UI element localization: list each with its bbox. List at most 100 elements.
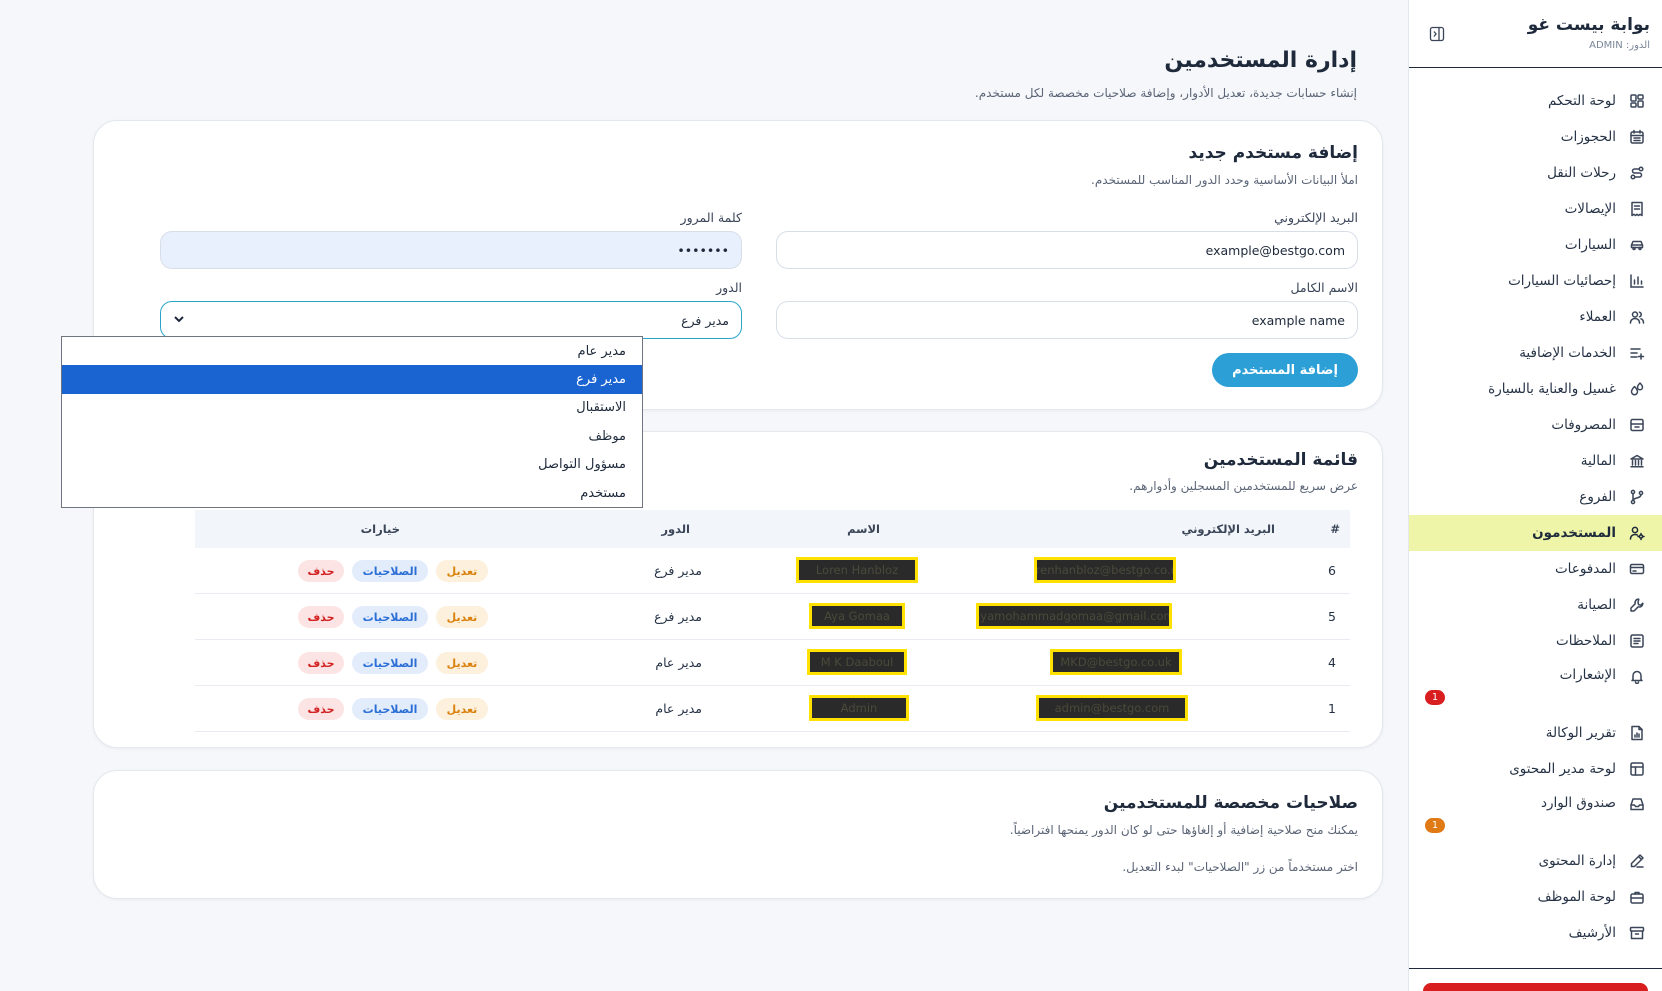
- credit-card-icon: [1628, 560, 1646, 578]
- sidebar-item[interactable]: الملاحظات: [1409, 623, 1662, 659]
- sidebar-item[interactable]: المستخدمون: [1409, 515, 1662, 551]
- sidebar-item-label: السيارات: [1564, 237, 1616, 253]
- role-option[interactable]: موظف: [62, 422, 642, 450]
- bank-icon: [1628, 452, 1646, 470]
- page-title: إدارة المستخدمين: [1164, 48, 1357, 73]
- notification-badge: 1: [1425, 690, 1445, 705]
- table-row: 5 ayamohammadgomaa@gmail.com Aya Gomaa م…: [195, 594, 1350, 640]
- custom-permissions-card: صلاحيات مخصصة للمستخدمين يمكنك منح صلاحي…: [93, 770, 1383, 899]
- role-dropdown-list: مدير عام مدير فرع الاستقبال موظف مسؤول التوا…: [61, 336, 643, 509]
- brand-role: الدور: ADMIN: [1589, 40, 1650, 51]
- role-select[interactable]: مدير فرع: [160, 301, 742, 339]
- sidebar-item-label: لوحة التحكم: [1547, 93, 1616, 109]
- delete-button[interactable]: حذف: [298, 698, 344, 720]
- user-email-redacted: MKD@bestgo.co.uk: [1050, 649, 1182, 675]
- sidebar-item[interactable]: صندوق الوارد 1: [1409, 787, 1662, 843]
- chevron-down-icon: [173, 313, 185, 328]
- user-name-redacted: Loren Hanbloz: [796, 557, 918, 583]
- role-option[interactable]: مدير عام: [62, 337, 642, 365]
- sidebar-item[interactable]: تقرير الوكالة: [1409, 715, 1662, 751]
- full-name-field[interactable]: example name: [776, 301, 1358, 339]
- sidebar-item[interactable]: الإيصالات: [1409, 191, 1662, 227]
- sidebar-item-label: إحصائيات السيارات: [1508, 273, 1616, 289]
- sidebar-item-label: تقرير الوكالة: [1545, 725, 1616, 741]
- sidebar-item[interactable]: المالية: [1409, 443, 1662, 479]
- permissions-button[interactable]: الصلاحيات: [352, 560, 428, 582]
- sidebar-item[interactable]: العملاء: [1409, 299, 1662, 335]
- sidebar-item[interactable]: الفروع: [1409, 479, 1662, 515]
- sidebar-item[interactable]: الخدمات الإضافية: [1409, 335, 1662, 371]
- notification-badge: 1: [1425, 818, 1445, 833]
- sidebar-item-label: لوحة الموظف: [1537, 889, 1616, 905]
- sidebar-toggle-icon[interactable]: [1427, 24, 1447, 44]
- role-option[interactable]: الاستقبال: [62, 394, 642, 422]
- delete-button[interactable]: حذف: [298, 560, 344, 582]
- sidebar-item-label: الإيصالات: [1564, 201, 1616, 217]
- user-email-redacted: lorenhanbloz@bestgo.co.uk: [1034, 557, 1176, 583]
- custom-permissions-subtitle: يمكنك منح صلاحية إضافية أو إلغاؤها حتى ل…: [1009, 823, 1358, 837]
- sidebar-item-label: العملاء: [1579, 309, 1616, 325]
- sidebar-item[interactable]: غسيل والعناية بالسيارة: [1409, 371, 1662, 407]
- role-option[interactable]: مستخدم: [62, 479, 642, 507]
- full-name-label: الاسم الكامل: [1290, 280, 1358, 295]
- sidebar-item-label: المستخدمون: [1532, 525, 1616, 541]
- pen-icon: [1628, 852, 1646, 870]
- col-header-num: #: [1330, 522, 1340, 536]
- sidebar-item-label: غسيل والعناية بالسيارة: [1488, 381, 1616, 397]
- sidebar-item[interactable]: إدارة المحتوى: [1409, 843, 1662, 879]
- page-subtitle: إنشاء حسابات جديدة، تعديل الأدوار، وإضاف…: [974, 86, 1357, 100]
- permissions-button[interactable]: الصلاحيات: [352, 698, 428, 720]
- sidebar-item[interactable]: الصيانة: [1409, 587, 1662, 623]
- permissions-button[interactable]: الصلاحيات: [352, 606, 428, 628]
- sidebar-item-label: المصروفات: [1551, 417, 1616, 433]
- sidebar-item-label: الفروع: [1579, 489, 1616, 505]
- sidebar-item[interactable]: المدفوعات: [1409, 551, 1662, 587]
- user-role: مدير فرع: [654, 563, 702, 578]
- sidebar-item[interactable]: الحجوزات: [1409, 119, 1662, 155]
- custom-permissions-hint: اختر مستخدماً من زر "الصلاحيات" لبدء الت…: [1122, 860, 1358, 874]
- user-role: مدير فرع: [654, 609, 702, 624]
- email-field[interactable]: example@bestgo.com: [776, 231, 1358, 269]
- sidebar-item[interactable]: السيارات: [1409, 227, 1662, 263]
- password-field[interactable]: •••••••: [160, 231, 742, 269]
- permissions-button[interactable]: الصلاحيات: [352, 652, 428, 674]
- archive-icon: [1628, 924, 1646, 942]
- role-option[interactable]: مسؤول التواصل: [62, 451, 642, 479]
- sidebar-item[interactable]: لوحة مدير المحتوى: [1409, 751, 1662, 787]
- sidebar-item-label: الملاحظات: [1556, 633, 1616, 649]
- bell-icon: [1628, 667, 1646, 685]
- sidebar-item[interactable]: الإشعارات 1: [1409, 659, 1662, 715]
- sidebar-item[interactable]: لوحة الموظف: [1409, 879, 1662, 915]
- delete-button[interactable]: حذف: [298, 606, 344, 628]
- car-icon: [1628, 236, 1646, 254]
- sidebar-item[interactable]: المصروفات: [1409, 407, 1662, 443]
- briefcase-icon: [1628, 888, 1646, 906]
- password-label: كلمة المرور: [680, 210, 742, 225]
- edit-button[interactable]: تعديل: [436, 652, 488, 674]
- sidebar-item-label: إدارة المحتوى: [1538, 853, 1616, 869]
- sidebar-item[interactable]: الأرشيف: [1409, 915, 1662, 951]
- brand-header: بوابة بيست غو الدور: ADMIN: [1409, 0, 1662, 68]
- archive-box-icon: [1628, 416, 1646, 434]
- users-list-title: قائمة المستخدمين: [1203, 450, 1358, 470]
- user-role: مدير عام: [655, 655, 702, 670]
- sidebar-item[interactable]: لوحة التحكم: [1409, 83, 1662, 119]
- role-option[interactable]: مدير فرع: [62, 365, 642, 394]
- row-number: 5: [1328, 609, 1336, 624]
- role-label: الدور: [716, 280, 742, 295]
- sidebar: بوابة بيست غو الدور: ADMIN لوحة التحكم ال…: [1408, 0, 1662, 991]
- sidebar-item[interactable]: رحلات النقل: [1409, 155, 1662, 191]
- add-user-button[interactable]: إضافة المستخدم: [1212, 353, 1358, 387]
- user-email-redacted: ayamohammadgomaa@gmail.com: [976, 603, 1172, 629]
- user-name-redacted: M K Daaboul: [807, 649, 907, 675]
- delete-button[interactable]: حذف: [298, 652, 344, 674]
- user-role: مدير عام: [655, 701, 702, 716]
- row-number: 4: [1328, 655, 1336, 670]
- role-select-value: مدير فرع: [681, 312, 729, 328]
- edit-button[interactable]: تعديل: [436, 606, 488, 628]
- edit-button[interactable]: تعديل: [436, 560, 488, 582]
- sidebar-item[interactable]: إحصائيات السيارات: [1409, 263, 1662, 299]
- edit-button[interactable]: تعديل: [436, 698, 488, 720]
- logout-button[interactable]: [1423, 983, 1648, 991]
- grid-icon: [1628, 92, 1646, 110]
